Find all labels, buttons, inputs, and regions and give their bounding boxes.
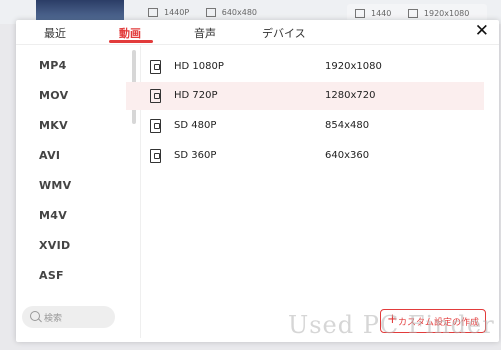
- create-custom-setting-button[interactable]: + カスタム設定の作成: [380, 309, 486, 333]
- preset-name: HD 1080P: [174, 61, 224, 72]
- file-icon: [355, 9, 365, 18]
- preset-resolution: 854x480: [325, 120, 370, 131]
- preset-row-hd720p[interactable]: HD 720P 1280x720: [126, 82, 484, 110]
- format-item-asf[interactable]: ASF: [39, 269, 64, 282]
- preset-row-hd1080p[interactable]: HD 1080P 1920x1080: [126, 53, 484, 81]
- preset-resolution: 1280x720: [325, 90, 376, 101]
- format-item-xvid[interactable]: XVID: [39, 239, 70, 252]
- format-item-avi[interactable]: AVI: [39, 149, 60, 162]
- video-file-icon: [150, 119, 161, 133]
- search-input[interactable]: 検索: [22, 306, 115, 328]
- format-list: MP4 MOV MKV AVI WMV M4V XVID ASF: [16, 46, 126, 342]
- preset-resolution: 1920x1080: [325, 61, 382, 72]
- video-file-icon: [150, 149, 161, 163]
- bg-meta-left: 1440P 640x480: [148, 8, 257, 17]
- tab-bar: 最近 動画 音声 デバイス ✕: [16, 20, 499, 45]
- tab-audio[interactable]: 音声: [194, 25, 216, 41]
- plus-icon: +: [387, 312, 398, 327]
- tab-device[interactable]: デバイス: [262, 25, 306, 41]
- resolution-icon: [407, 9, 418, 18]
- close-icon[interactable]: ✕: [475, 21, 489, 41]
- video-file-icon: [150, 60, 161, 74]
- video-thumbnail: [36, 0, 124, 22]
- format-item-m4v[interactable]: M4V: [39, 209, 67, 222]
- resolution-icon: [205, 8, 216, 17]
- tab-video[interactable]: 動画: [119, 25, 141, 41]
- active-tab-indicator: [109, 40, 153, 43]
- video-file-icon: [150, 89, 161, 103]
- format-selection-dialog: 最近 動画 音声 デバイス ✕ MP4 MOV MKV AVI WMV M4V …: [16, 20, 499, 342]
- preset-row-sd360p[interactable]: SD 360P 640x360: [126, 142, 484, 170]
- preset-resolution: 640x360: [325, 150, 370, 161]
- preset-name: SD 360P: [174, 150, 217, 161]
- search-icon: [30, 311, 40, 321]
- format-item-mp4[interactable]: MP4: [39, 59, 67, 72]
- preset-name: HD 720P: [174, 90, 218, 101]
- format-item-mov[interactable]: MOV: [39, 89, 68, 102]
- search-placeholder: 検索: [44, 314, 63, 324]
- preset-row-sd480p[interactable]: SD 480P 854x480: [126, 112, 484, 140]
- format-item-mkv[interactable]: MKV: [39, 119, 68, 132]
- tab-recent[interactable]: 最近: [44, 25, 66, 41]
- file-icon: [148, 8, 158, 17]
- preset-name: SD 480P: [174, 120, 217, 131]
- format-item-wmv[interactable]: WMV: [39, 179, 72, 192]
